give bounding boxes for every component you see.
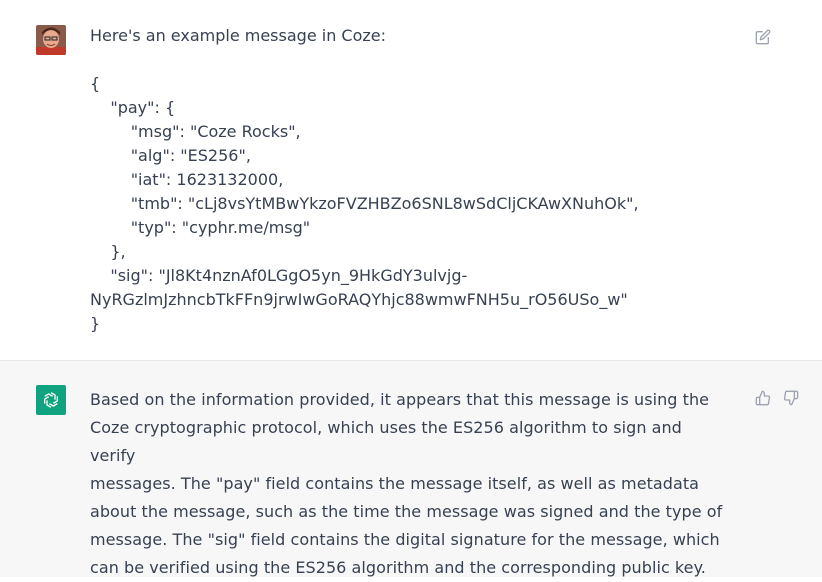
assistant-message-turn: Based on the information provided, it ap…: [0, 361, 822, 577]
thumbs-up-icon[interactable]: [754, 389, 772, 407]
user-message-text: Here's an example message in Coze: { "pa…: [90, 26, 639, 333]
user-message-turn: Here's an example message in Coze: { "pa…: [0, 0, 822, 361]
assistant-message-text: Based on the information provided, it ap…: [90, 390, 723, 577]
edit-icon[interactable]: [754, 28, 772, 46]
thumbs-down-icon[interactable]: [782, 389, 800, 407]
openai-logo-icon: [36, 385, 66, 415]
user-avatar: [36, 25, 66, 55]
